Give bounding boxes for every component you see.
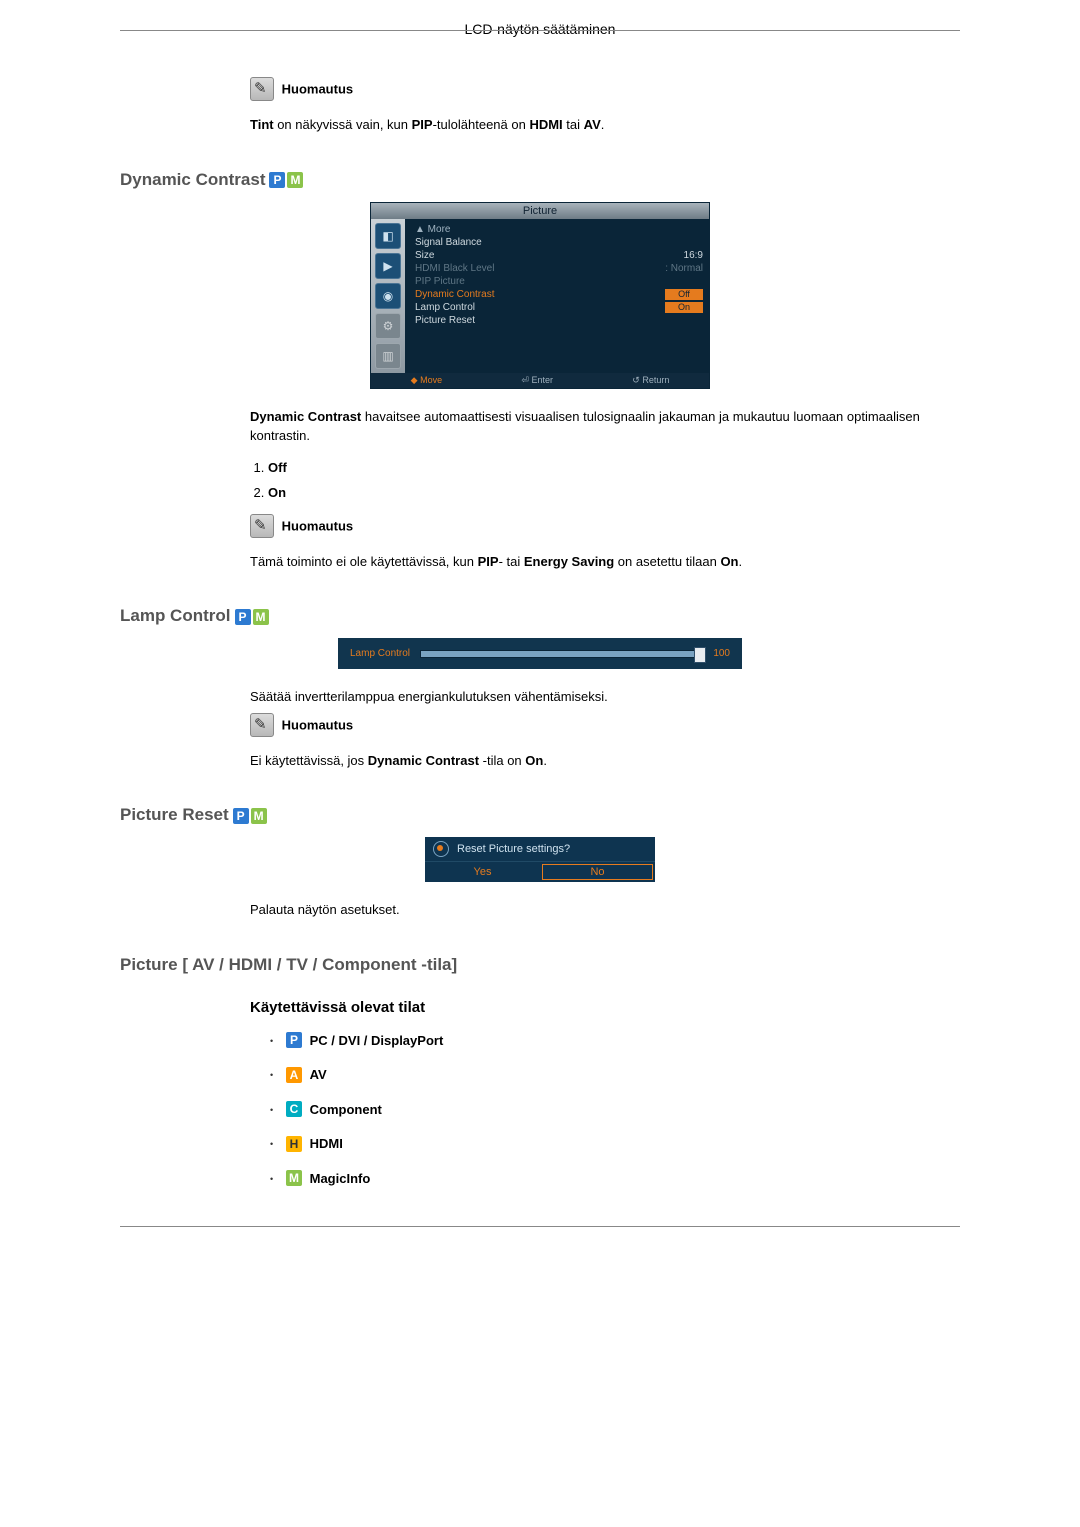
lamp-description: Säätää invertterilamppua energiankulutuk… bbox=[250, 687, 960, 707]
osd-footer: ◆ Move ⏎ Enter ↺ Return bbox=[371, 373, 709, 388]
h-badge-icon: H bbox=[286, 1136, 302, 1152]
dc-options-list: Off On bbox=[250, 460, 960, 500]
list-item: A AV bbox=[270, 1066, 960, 1083]
m-badge-icon: M bbox=[251, 808, 267, 824]
osd-reset-dialog: Reset Picture settings? Yes No bbox=[425, 837, 655, 882]
slider-track bbox=[420, 650, 703, 658]
tint-note-text: Tint on näkyvissä vain, kun PIP-tuloläht… bbox=[250, 115, 960, 135]
note-label: Huomautus bbox=[282, 518, 354, 533]
osd-side-icon: ▥ bbox=[375, 343, 401, 369]
osd-title: Picture bbox=[371, 203, 709, 219]
p-badge-icon: P bbox=[235, 609, 251, 625]
available-modes-subheading: Käytettävissä olevat tilat bbox=[250, 999, 960, 1016]
m-badge-icon: M bbox=[287, 172, 303, 188]
m-badge-icon: M bbox=[286, 1170, 302, 1186]
slider-thumb bbox=[694, 647, 706, 663]
osd-lamp-slider: Lamp Control 100 bbox=[338, 638, 742, 669]
osd-sidebar: ◧ ▶ ◉ ⚙ ▥ bbox=[371, 219, 405, 373]
page-header: LCD-näytön säätäminen bbox=[0, 21, 1080, 37]
picture-modes-heading: Picture [ AV / HDMI / TV / Component -ti… bbox=[120, 955, 960, 975]
note-label: Huomautus bbox=[282, 82, 354, 97]
reset-description: Palauta näytön asetukset. bbox=[250, 900, 960, 920]
dc-note-text: Tämä toiminto ei ole käytettävissä, kun … bbox=[250, 552, 960, 572]
p-badge-icon: P bbox=[269, 172, 285, 188]
reset-question: Reset Picture settings? bbox=[457, 843, 570, 855]
note-block: Huomautus bbox=[250, 77, 960, 101]
osd-side-icon: ▶ bbox=[375, 253, 401, 279]
picture-reset-heading: Picture ResetPM bbox=[120, 805, 960, 825]
note-label: Huomautus bbox=[282, 717, 354, 732]
c-badge-icon: C bbox=[286, 1101, 302, 1117]
osd-side-icon: ◧ bbox=[375, 223, 401, 249]
lamp-note-text: Ei käytettävissä, jos Dynamic Contrast -… bbox=[250, 751, 960, 771]
osd-side-icon: ⚙ bbox=[375, 313, 401, 339]
reset-yes-button: Yes bbox=[425, 862, 540, 882]
list-item: H HDMI bbox=[270, 1135, 960, 1152]
m-badge-icon: M bbox=[253, 609, 269, 625]
note-icon bbox=[250, 77, 274, 101]
list-item: P PC / DVI / DisplayPort bbox=[270, 1032, 960, 1049]
p-badge-icon: P bbox=[233, 808, 249, 824]
note-icon bbox=[250, 514, 274, 538]
list-item: C Component bbox=[270, 1101, 960, 1118]
tint-bold: Tint bbox=[250, 117, 274, 132]
lamp-osd-label: Lamp Control bbox=[350, 648, 410, 659]
reset-icon bbox=[433, 841, 449, 857]
p-badge-icon: P bbox=[286, 1032, 302, 1048]
dynamic-contrast-heading: Dynamic ContrastPM bbox=[120, 170, 960, 190]
note-icon bbox=[250, 713, 274, 737]
list-item: Off bbox=[268, 460, 960, 475]
list-item: On bbox=[268, 485, 960, 500]
list-item: M MagicInfo bbox=[270, 1170, 960, 1187]
note-block: Huomautus bbox=[250, 514, 960, 538]
lamp-osd-value: 100 bbox=[713, 648, 730, 659]
header-title: LCD-näytön säätäminen bbox=[455, 21, 626, 37]
note-block: Huomautus bbox=[250, 713, 960, 737]
dc-description: Dynamic Contrast havaitsee automaattises… bbox=[250, 407, 960, 446]
a-badge-icon: A bbox=[286, 1067, 302, 1083]
osd-picture-menu: Picture ◧ ▶ ◉ ⚙ ▥ ▲ More Signal Balance … bbox=[370, 202, 710, 389]
lamp-control-heading: Lamp ControlPM bbox=[120, 606, 960, 626]
modes-list: P PC / DVI / DisplayPort A AV C Componen… bbox=[250, 1032, 960, 1187]
reset-no-button: No bbox=[540, 862, 655, 882]
osd-rows: ▲ More Signal Balance Size16:9 HDMI Blac… bbox=[405, 219, 709, 373]
osd-side-icon: ◉ bbox=[375, 283, 401, 309]
